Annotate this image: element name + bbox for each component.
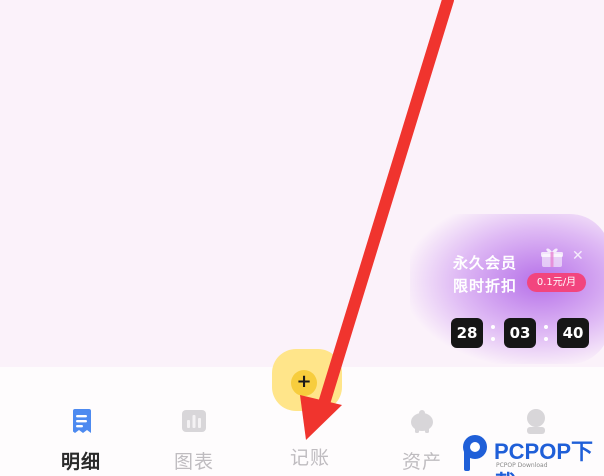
tab-label: 图表 bbox=[173, 451, 214, 473]
timer-seconds: 40 bbox=[557, 318, 589, 348]
tab-label: 记账 bbox=[289, 447, 330, 469]
timer-colon bbox=[543, 322, 549, 344]
timer-colon bbox=[490, 322, 496, 344]
tab-label: 明细 bbox=[60, 451, 101, 473]
timer-minutes: 03 bbox=[504, 318, 536, 348]
tab-label: 资产 bbox=[401, 451, 442, 473]
tab-record[interactable]: 记账 bbox=[270, 407, 350, 469]
add-record-icon bbox=[295, 407, 325, 435]
receipt-icon bbox=[73, 409, 91, 433]
watermark-brand: PCPOP下载 bbox=[494, 439, 594, 476]
tab-details[interactable]: 明细 bbox=[41, 407, 121, 473]
timer-hours: 28 bbox=[451, 318, 483, 348]
chart-icon bbox=[182, 410, 206, 432]
promo-subtitle: 限时折扣 bbox=[453, 277, 518, 295]
pcpop-logo-icon bbox=[463, 435, 487, 471]
plus-icon: + bbox=[291, 370, 317, 396]
price-badge: 0.1元/月 bbox=[527, 273, 586, 292]
gift-icon bbox=[541, 248, 563, 267]
tab-assets[interactable]: 资产 bbox=[382, 407, 462, 473]
close-icon[interactable]: ✕ bbox=[572, 249, 586, 263]
watermark-sub: PCPOP Download bbox=[496, 462, 548, 469]
tab-charts[interactable]: 图表 bbox=[154, 407, 234, 473]
piggy-bank-icon bbox=[411, 410, 433, 433]
promo-title: 永久会员 bbox=[453, 254, 518, 272]
